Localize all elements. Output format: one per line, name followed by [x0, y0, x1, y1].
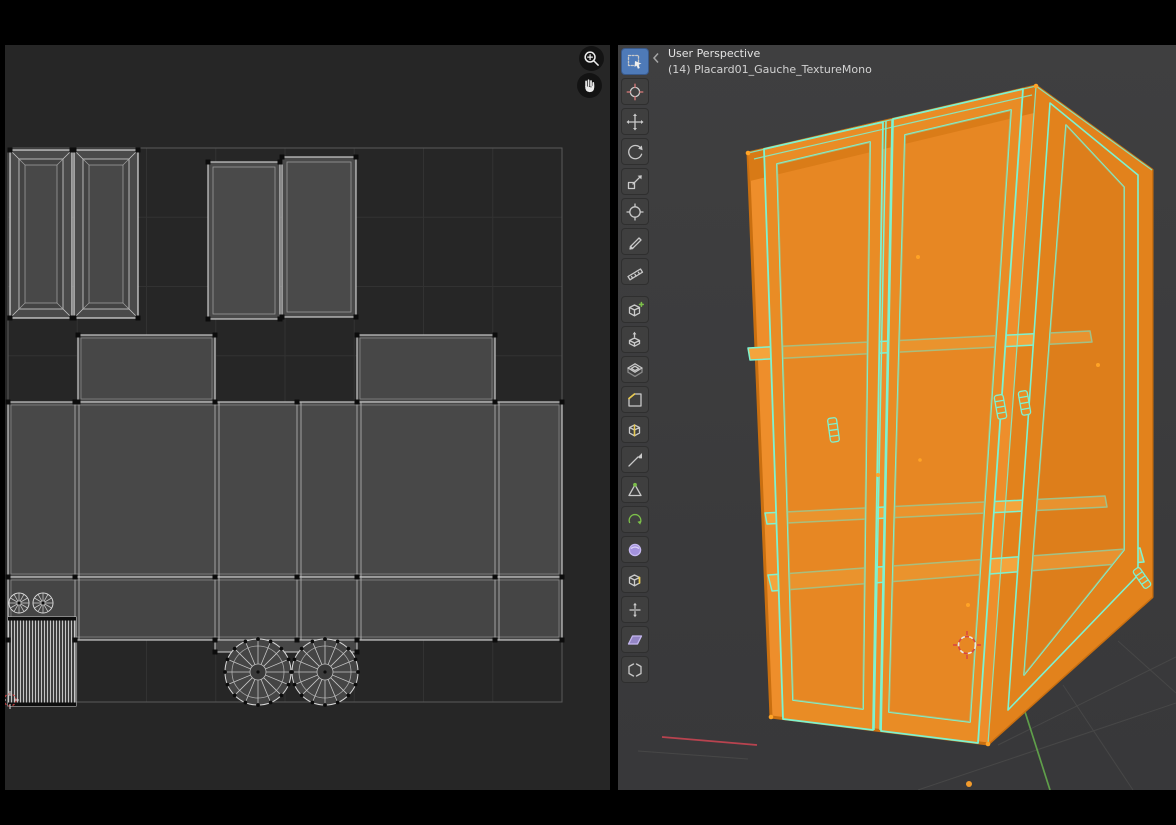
tool-rotate[interactable] — [621, 138, 649, 165]
loop-cut-icon — [626, 421, 644, 439]
hand-icon — [581, 77, 598, 94]
transform-icon — [626, 203, 644, 221]
smooth-icon — [626, 541, 644, 559]
toolbar-collapse-button[interactable] — [652, 52, 660, 67]
shear-icon — [626, 631, 644, 649]
poly-build-icon — [626, 481, 644, 499]
tool-knife[interactable] — [621, 446, 649, 473]
tool-annotate[interactable] — [621, 228, 649, 255]
tool-bevel[interactable] — [621, 386, 649, 413]
shrink-fatten-icon — [626, 601, 644, 619]
uv-canvas[interactable] — [5, 45, 610, 790]
tool-select-box[interactable] — [621, 48, 649, 75]
tool-scale[interactable] — [621, 168, 649, 195]
viewport-panel: User Perspective (14) Placard01_Gauche_T… — [618, 45, 1176, 790]
knife-icon — [626, 451, 644, 469]
tool-shear[interactable] — [621, 626, 649, 653]
inset-icon — [626, 361, 644, 379]
tool-measure[interactable] — [621, 258, 649, 285]
tool-poly-build[interactable] — [621, 476, 649, 503]
uv-island-cylinder-strip[interactable] — [8, 617, 76, 706]
add-cube-icon — [626, 301, 644, 319]
tool-rip-region[interactable] — [621, 656, 649, 683]
cabinet-mesh[interactable] — [746, 84, 1152, 747]
axis-x-line — [662, 737, 757, 745]
blender-window: { "app": {"name": "blender-uv-editing-wo… — [0, 0, 1176, 825]
cursor-icon — [626, 83, 644, 101]
object-origin-dot — [966, 781, 972, 787]
tool-inset-faces[interactable] — [621, 356, 649, 383]
measure-icon — [626, 263, 644, 281]
uv-island-door-panel-1[interactable] — [10, 150, 72, 318]
tool-move[interactable] — [621, 108, 649, 135]
uv-island-door-panel-2[interactable] — [74, 150, 138, 318]
tool-cursor[interactable] — [621, 78, 649, 105]
rip-icon — [626, 661, 644, 679]
tool-edge-slide[interactable] — [621, 566, 649, 593]
chevron-left-icon — [652, 52, 660, 64]
select-box-icon — [626, 53, 644, 71]
magnifier-plus-icon — [583, 50, 600, 67]
bevel-icon — [626, 391, 644, 409]
uv-island-rect-2[interactable] — [282, 157, 356, 317]
uv-editor-panel — [5, 45, 610, 790]
tool-transform[interactable] — [621, 198, 649, 225]
cabinet-door-left — [764, 122, 883, 730]
uv-island-rect-1[interactable] — [208, 162, 280, 319]
zoom-button[interactable] — [579, 46, 604, 71]
spin-icon — [626, 511, 644, 529]
tool-loop-cut[interactable] — [621, 416, 649, 443]
move-icon — [626, 113, 644, 131]
pan-button[interactable] — [577, 73, 602, 98]
tool-shrink-fatten[interactable] — [621, 596, 649, 623]
annotate-icon — [626, 233, 644, 251]
viewport-canvas[interactable] — [618, 45, 1176, 790]
rotate-icon — [626, 143, 644, 161]
scale-icon — [626, 173, 644, 191]
toolbar — [621, 48, 651, 683]
edge-slide-icon — [626, 571, 644, 589]
tool-smooth[interactable] — [621, 536, 649, 563]
extrude-icon — [626, 331, 644, 349]
tool-add-cube[interactable] — [621, 296, 649, 323]
tool-spin[interactable] — [621, 506, 649, 533]
tool-extrude-region[interactable] — [621, 326, 649, 353]
